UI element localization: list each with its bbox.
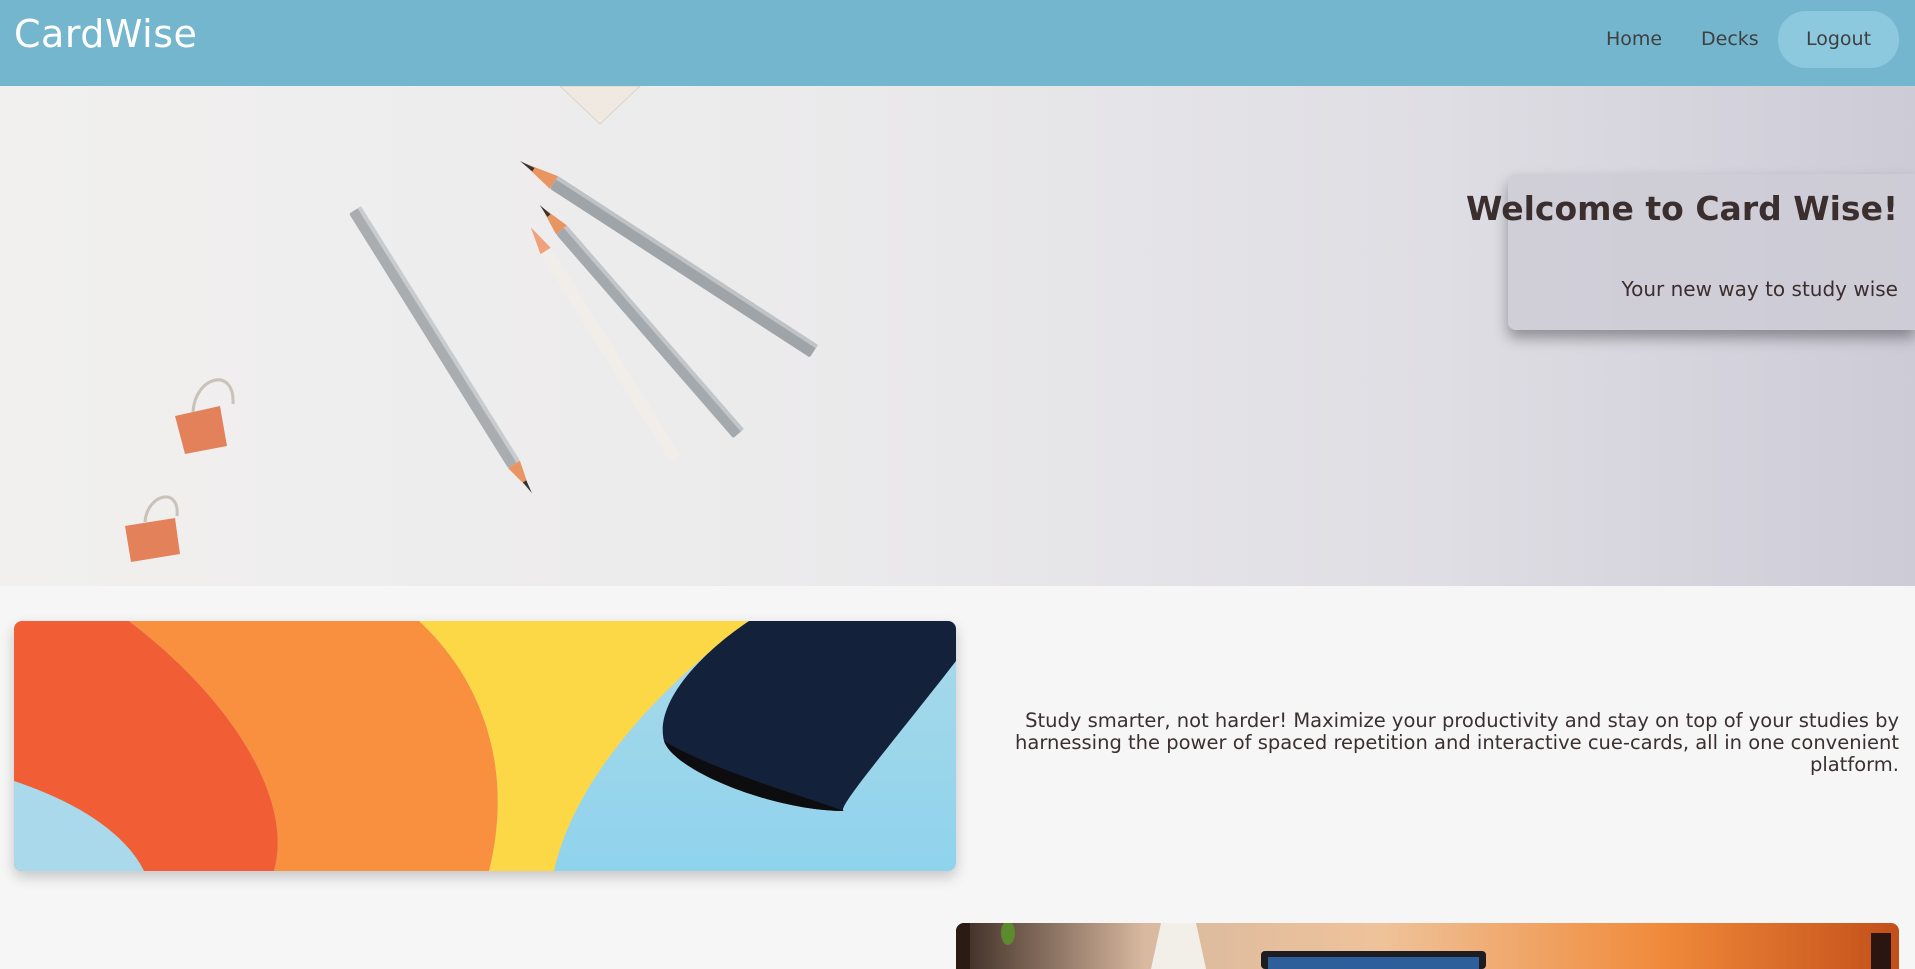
navbar: CardWise Home Decks Logout: [0, 0, 1915, 86]
hero-pencils-image: [125, 86, 818, 562]
logout-button[interactable]: Logout: [1778, 11, 1899, 68]
nav-link-home[interactable]: Home: [1606, 28, 1662, 50]
feature-description: Study smarter, not harder! Maximize your…: [1015, 709, 1899, 776]
welcome-card: Welcome to Card Wise! Your new way to st…: [1466, 174, 1915, 330]
brand-logo[interactable]: CardWise: [14, 12, 197, 56]
hero-banner: Welcome to Card Wise! Your new way to st…: [0, 86, 1915, 586]
desk-art: [956, 923, 1891, 969]
desk-setup-image: [956, 923, 1899, 969]
colorful-paper-image: [14, 621, 956, 871]
nav-link-decks[interactable]: Decks: [1701, 28, 1759, 50]
welcome-subtitle: Your new way to study wise: [1621, 277, 1898, 301]
paper-art: [14, 621, 956, 871]
welcome-title: Welcome to Card Wise!: [1466, 189, 1898, 228]
